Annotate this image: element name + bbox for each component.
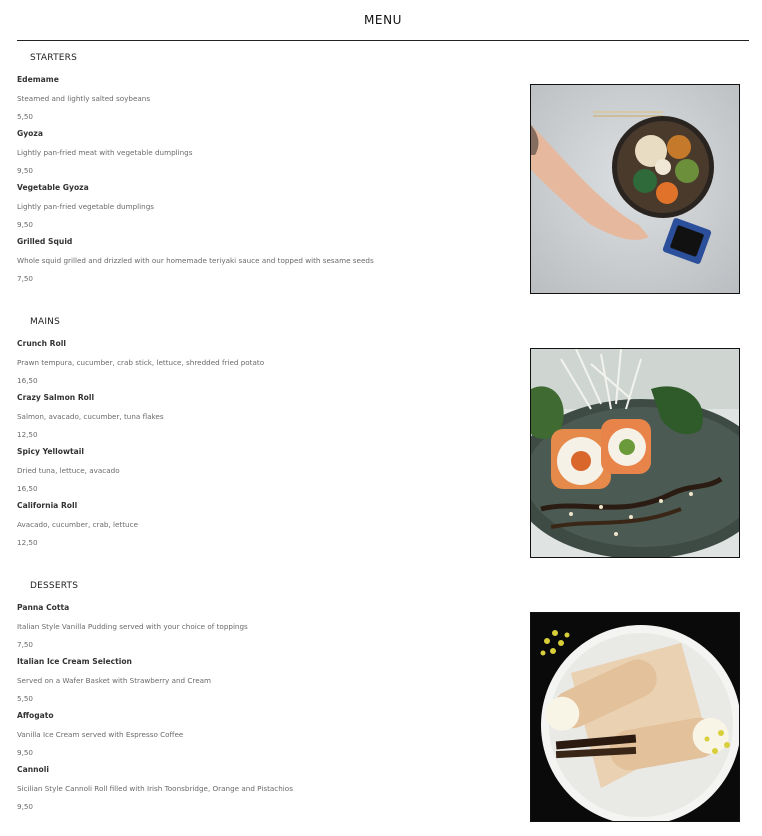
menu-item-price: 5,50 — [17, 694, 34, 703]
menu-item-name: Grilled Squid — [17, 237, 73, 246]
menu-item-name: Cannoli — [17, 765, 49, 774]
menu-item-description: Prawn tempura, cucumber, crab stick, let… — [17, 358, 265, 367]
poke-bowl-photo — [530, 84, 740, 294]
menu-item-description: Lightly pan-fried vegetable dumplings — [17, 202, 155, 211]
menu-item-description: Whole squid grilled and drizzled with ou… — [17, 256, 374, 265]
section-heading-mains: MAINS — [30, 317, 61, 327]
page-title: MENU — [363, 13, 403, 27]
menu-item-name: Italian Ice Cream Selection — [17, 657, 132, 666]
menu-item-description: Steamed and lightly salted soybeans — [17, 94, 151, 103]
menu-item-name: Edemame — [17, 75, 59, 84]
menu-item-description: Lightly pan-fried meat with vegetable du… — [17, 148, 193, 157]
menu-item-name: Spicy Yellowtail — [17, 447, 84, 456]
menu-item-price: 16,50 — [17, 484, 38, 493]
section-heading-desserts: DESSERTS — [30, 581, 79, 591]
menu-item-description: Salmon, avacado, cucumber, tuna flakes — [17, 412, 164, 421]
menu-item-price: 5,50 — [17, 112, 34, 121]
section-heading-starters: STARTERS — [30, 53, 78, 63]
menu-item-description: Avacado, cucumber, crab, lettuce — [17, 520, 138, 529]
menu-item-name: California Roll — [17, 501, 78, 510]
menu-item-name: Panna Cotta — [17, 603, 70, 612]
menu-item-name: Gyoza — [17, 129, 43, 138]
menu-item-name: Crazy Salmon Roll — [17, 393, 95, 402]
menu-item-description: Dried tuna, lettuce, avacado — [17, 466, 120, 475]
menu-item-price: 12,50 — [17, 430, 38, 439]
menu-item-description: Served on a Wafer Basket with Strawberry… — [17, 676, 212, 685]
menu-item-price: 12,50 — [17, 538, 38, 547]
menu-item-description: Sicilian Style Cannoli Roll filled with … — [17, 784, 293, 793]
sushi-rolls-photo — [530, 348, 740, 558]
menu-item-price: 9,50 — [17, 802, 34, 811]
menu-item-price: 16,50 — [17, 376, 38, 385]
title-divider — [17, 40, 749, 41]
menu-item-price: 7,50 — [17, 274, 34, 283]
menu-item-price: 9,50 — [17, 166, 34, 175]
cannoli-photo — [530, 612, 740, 822]
menu-item-name: Crunch Roll — [17, 339, 66, 348]
menu-item-description: Italian Style Vanilla Pudding served wit… — [17, 622, 248, 631]
menu-item-description: Vanilla Ice Cream served with Espresso C… — [17, 730, 184, 739]
menu-item-price: 9,50 — [17, 748, 34, 757]
menu-item-name: Vegetable Gyoza — [17, 183, 89, 192]
menu-item-name: Affogato — [17, 711, 54, 720]
menu-item-price: 9,50 — [17, 220, 34, 229]
menu-item-price: 7,50 — [17, 640, 34, 649]
